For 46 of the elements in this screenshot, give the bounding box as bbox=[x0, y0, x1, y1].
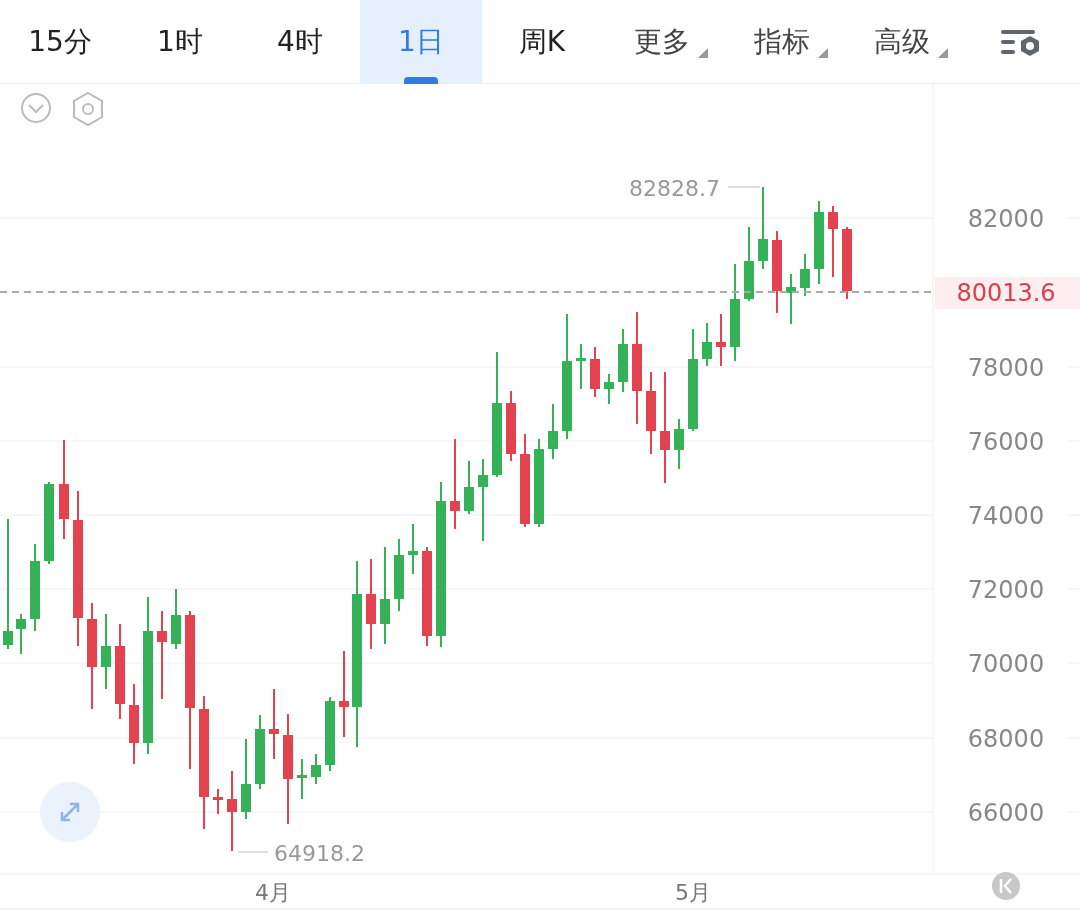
timeframe-tab[interactable]: 周K bbox=[482, 0, 602, 84]
y-axis-label: 74000 bbox=[967, 502, 1045, 530]
candlestick bbox=[674, 418, 684, 470]
candlestick bbox=[786, 273, 796, 325]
candlestick bbox=[618, 328, 628, 393]
timeframe-tab[interactable]: 高级 bbox=[842, 0, 962, 84]
leader-line bbox=[237, 851, 269, 853]
timeframe-tab[interactable]: 4时 bbox=[240, 0, 360, 84]
y-axis-label: 72000 bbox=[967, 576, 1045, 604]
leader-line bbox=[727, 186, 761, 188]
candlestick bbox=[702, 322, 712, 367]
candlestick bbox=[297, 758, 307, 800]
candlestick bbox=[464, 460, 474, 515]
y-axis-label: 66000 bbox=[967, 799, 1045, 827]
candlestick bbox=[590, 346, 600, 398]
scroll-to-end-icon[interactable] bbox=[992, 872, 1020, 900]
candlestick bbox=[408, 523, 418, 575]
hexagon-settings-icon[interactable] bbox=[73, 91, 103, 127]
candlestick bbox=[171, 588, 181, 650]
x-axis-label: 4月 bbox=[255, 880, 291, 905]
candlestick bbox=[269, 688, 279, 760]
candlestick bbox=[506, 390, 516, 462]
timeframe-tab[interactable]: 更多 bbox=[602, 0, 722, 84]
timeframe-tab[interactable]: 1日 bbox=[360, 0, 482, 84]
timeframe-tab[interactable]: 1时 bbox=[120, 0, 240, 84]
expand-icon[interactable] bbox=[40, 782, 100, 842]
x-axis-label: 5月 bbox=[675, 880, 711, 905]
y-axis-label: 76000 bbox=[967, 428, 1045, 456]
y-axis-label: 68000 bbox=[967, 725, 1045, 753]
y-axis-label: 82000 bbox=[967, 205, 1045, 233]
candlestick bbox=[548, 403, 558, 460]
current-price-tag: 80013.6 bbox=[935, 277, 1080, 309]
candlestick bbox=[800, 253, 810, 297]
candlestick bbox=[576, 343, 586, 390]
candlestick bbox=[16, 613, 26, 655]
y-axis-label: 78000 bbox=[967, 354, 1045, 382]
timeframe-tab[interactable]: 指标 bbox=[722, 0, 842, 84]
candlestick bbox=[311, 753, 321, 785]
low-price-label: 64918.2 bbox=[274, 841, 365, 866]
candlestick bbox=[604, 373, 614, 405]
candlestick bbox=[213, 788, 223, 815]
collapse-chevron-icon[interactable] bbox=[21, 93, 51, 123]
high-price-label: 82828.7 bbox=[629, 176, 720, 201]
y-axis-label: 70000 bbox=[967, 650, 1045, 678]
timeframe-tab[interactable]: 15分 bbox=[0, 0, 120, 84]
candlestick bbox=[716, 313, 726, 367]
